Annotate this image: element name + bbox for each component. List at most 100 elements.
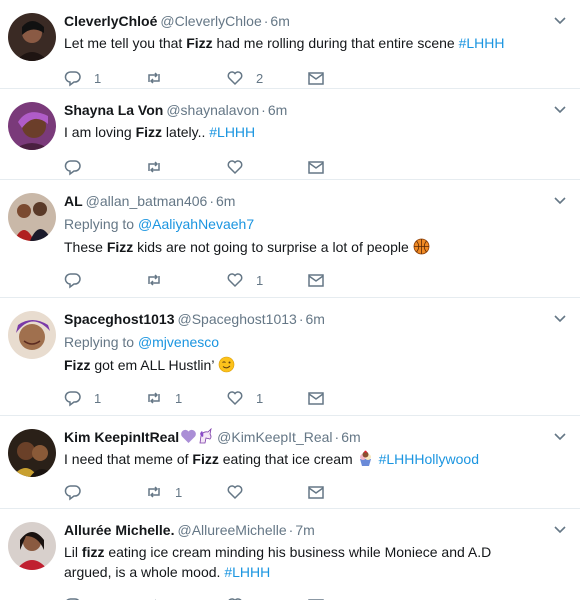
hashtag-link[interactable]: #LHHH [459,35,505,51]
tweet-header: CleverlyChloé @CleverlyChloe · 6m [64,12,540,30]
retweet-count: 1 [175,390,183,406]
display-name[interactable]: Shayna La Von [64,102,163,118]
retweet-icon [145,389,163,407]
user-handle[interactable]: @KimKeepIt_Real [217,429,332,445]
direct-message-button[interactable] [307,596,388,600]
separator-dot: · [334,429,340,445]
chevron-down-icon[interactable] [552,310,568,326]
retweet-button[interactable] [145,69,226,87]
heart-icon [226,389,244,407]
tweet[interactable]: Allurée Michelle. @AllureeMichelle · 7m Lil… [0,509,580,600]
timestamp[interactable]: 6m [216,193,235,209]
chevron-down-icon[interactable] [552,12,568,28]
direct-message-button[interactable] [307,389,388,407]
replying-to-label: Replying to [64,334,138,350]
avatar[interactable] [8,429,56,477]
like-count: 2 [256,70,264,86]
purple-heart-emoji [180,428,197,445]
timestamp[interactable]: 6m [270,13,289,29]
hashtag-link[interactable]: #LHHH [224,564,270,580]
user-handle[interactable]: @CleverlyChloe [160,13,261,29]
like-button[interactable] [226,596,307,600]
tweet-feed: CleverlyChloé @CleverlyChloe · 6m Let me te… [0,0,580,600]
reply-button[interactable] [64,158,145,176]
highlighted-keyword: Fizz [192,451,219,467]
reply-count: 1 [94,70,102,86]
tweet[interactable]: Kim KeepinItReal @KimKeepIt_Real · 6m I nee… [0,416,580,509]
tweet-text: I need that meme of Fizz eating that ice… [64,449,540,469]
tweet-text: These Fizz kids are not going to surpris… [64,237,540,257]
retweet-button[interactable]: 1 [145,483,226,501]
user-handle[interactable]: @shaynalavon [166,102,259,118]
avatar[interactable] [8,522,56,570]
reply-button[interactable]: 1 [64,69,145,87]
highlighted-keyword: Fizz [106,239,134,255]
direct-message-button[interactable] [307,483,388,501]
user-handle[interactable]: @AllureeMichelle [177,522,286,538]
chevron-down-icon[interactable] [552,192,568,208]
retweet-button[interactable] [145,158,226,176]
heart-icon [226,483,244,501]
tweet-text-part: I am loving [64,124,136,140]
winking-face-emoji [218,356,235,373]
tweet-header: Allurée Michelle. @AllureeMichelle · 7m [64,521,540,539]
timestamp[interactable]: 6m [341,429,360,445]
tweet-text: Lil fizz eating ice cream minding his bu… [64,542,540,582]
direct-message-button[interactable] [307,271,388,289]
display-name[interactable]: CleverlyChloé [64,13,157,29]
tweet[interactable]: AL @allan_batman406 · 6m Replying to @Aaliy… [0,180,580,298]
like-button[interactable] [226,483,307,501]
reply-count: 1 [94,390,102,406]
like-button[interactable]: 1 [226,271,307,289]
ice-cream-emoji [357,450,374,467]
avatar[interactable] [8,193,56,241]
timestamp[interactable]: 7m [295,522,314,538]
retweet-button[interactable]: 1 [145,389,226,407]
retweet-button[interactable] [145,596,226,600]
basketball-emoji [413,238,430,255]
user-handle[interactable]: @allan_batman406 [86,193,208,209]
heart-icon [226,271,244,289]
reply-button[interactable]: 1 [64,389,145,407]
reply-mention-link[interactable]: @mjvenesco [138,334,219,350]
tweet-actions: 1 1 1 [64,380,540,416]
tweet[interactable]: CleverlyChloé @CleverlyChloe · 6m Let me te… [0,0,580,89]
tweet[interactable]: Spaceghost1013 @Spaceghost1013 · 6m Replyin… [0,298,580,416]
envelope-icon [307,483,325,501]
chevron-down-icon[interactable] [552,101,568,117]
chevron-down-icon[interactable] [552,428,568,444]
display-name[interactable]: Kim KeepinItReal [64,429,179,445]
chevron-down-icon[interactable] [552,521,568,537]
display-name[interactable]: Allurée Michelle. [64,522,174,538]
tweet-text-part: lately.. [162,124,210,140]
user-handle[interactable]: @Spaceghost1013 [178,311,297,327]
retweet-button[interactable] [145,271,226,289]
like-button[interactable]: 2 [226,69,307,87]
avatar[interactable] [8,102,56,150]
hashtag-link[interactable]: #LHHH [209,124,255,140]
heart-icon [226,69,244,87]
reply-icon [64,483,82,501]
reply-button[interactable] [64,596,145,600]
reply-mention-link[interactable]: @AaliyahNevaeh7 [138,216,254,232]
tweet-actions [64,587,540,600]
timestamp[interactable]: 6m [268,102,287,118]
highlighted-keyword: Fizz [186,35,213,51]
display-name[interactable]: AL [64,193,83,209]
direct-message-button[interactable] [307,69,388,87]
envelope-icon [307,158,325,176]
retweet-count: 1 [175,484,183,500]
like-button[interactable]: 1 [226,389,307,407]
avatar[interactable] [8,311,56,359]
timestamp[interactable]: 6m [305,311,324,327]
avatar[interactable] [8,13,56,61]
replying-to: Replying to @mjvenesco [64,332,540,352]
envelope-icon [307,271,325,289]
reply-button[interactable] [64,271,145,289]
display-name[interactable]: Spaceghost1013 [64,311,175,327]
reply-button[interactable] [64,483,145,501]
tweet[interactable]: Shayna La Von @shaynalavon · 6m I am loving… [0,89,580,180]
hashtag-link[interactable]: #LHHHollywood [379,451,479,467]
direct-message-button[interactable] [307,158,388,176]
like-button[interactable] [226,158,307,176]
